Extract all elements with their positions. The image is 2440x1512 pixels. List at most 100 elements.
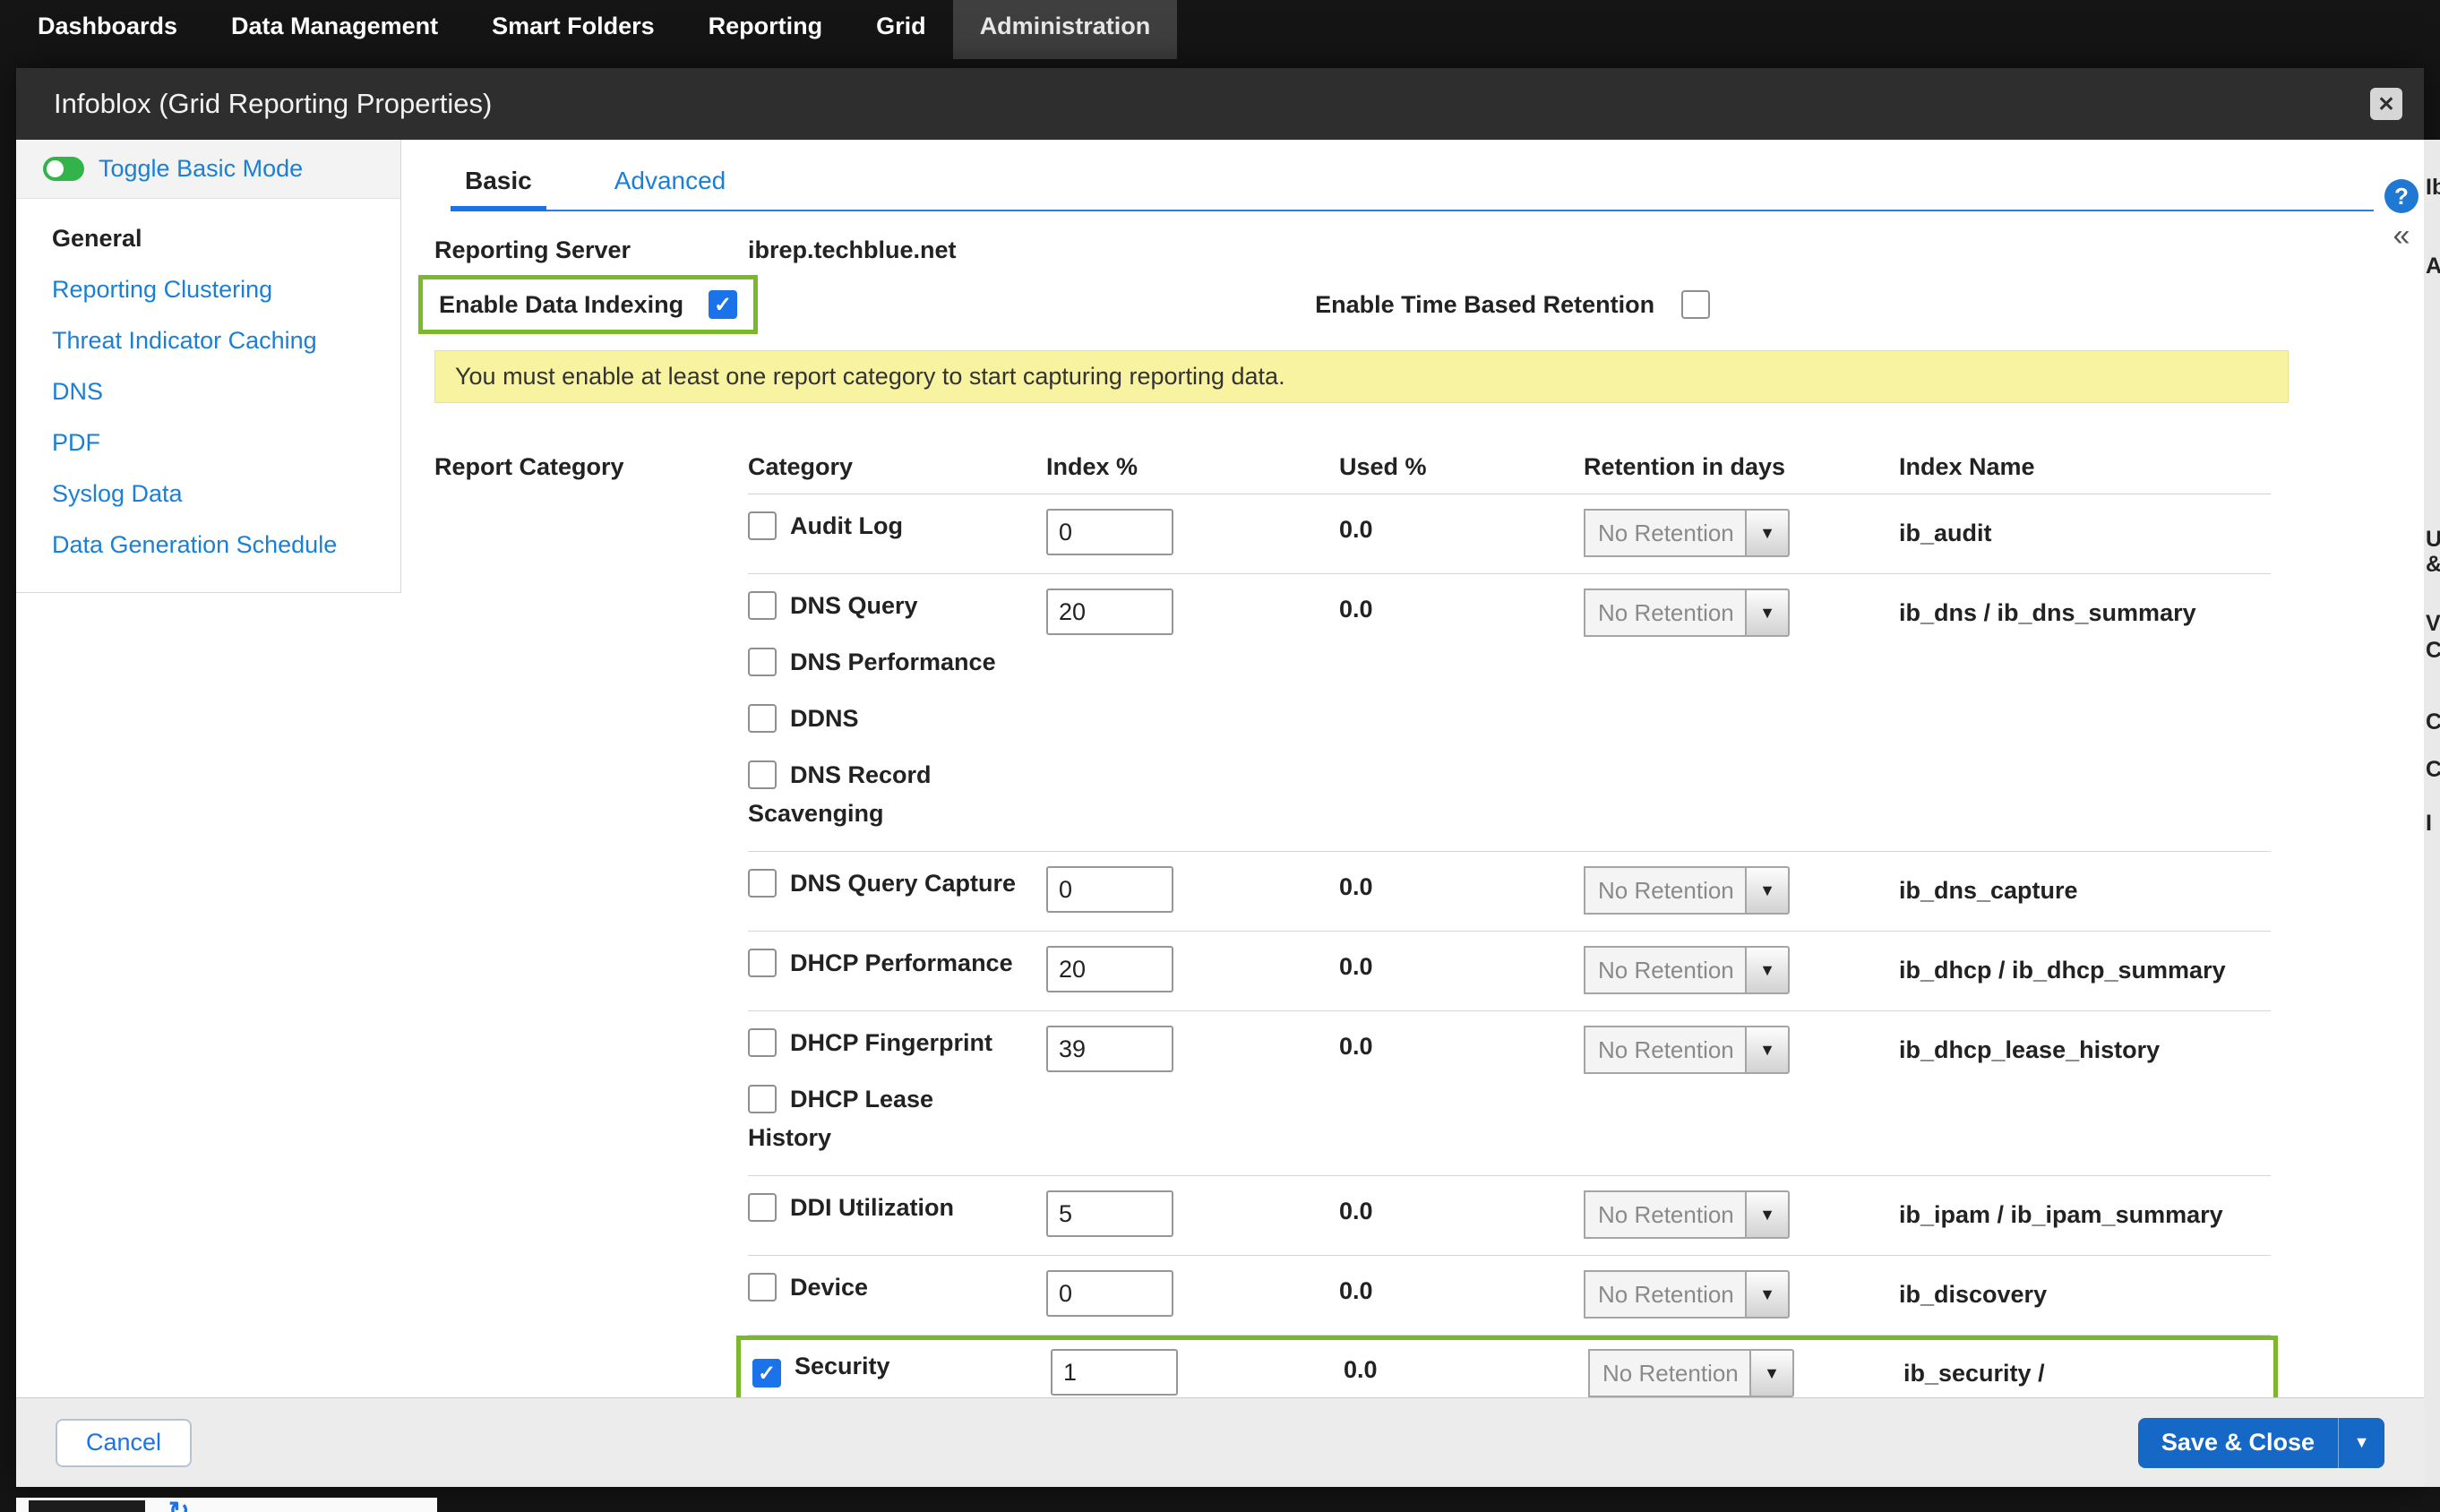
retention-cell: No Retention▼	[1584, 1270, 1899, 1319]
chevron-down-icon[interactable]: ▼	[1747, 588, 1790, 637]
chevron-down-icon[interactable]: ▼	[1747, 1190, 1790, 1239]
report-category-group: Device0.0No Retention▼ib_discovery	[748, 1256, 2271, 1336]
index-percent-cell	[1046, 588, 1339, 635]
index-percent-input[interactable]	[1046, 1270, 1173, 1317]
chevron-down-icon[interactable]: ▼	[2338, 1418, 2384, 1468]
index-percent-input[interactable]	[1046, 866, 1173, 913]
sidebar-item-data-generation-schedule[interactable]: Data Generation Schedule	[16, 520, 400, 571]
collapse-panel-icon[interactable]: «	[2393, 220, 2410, 251]
category-label: Device	[790, 1274, 868, 1301]
sidebar-item-reporting-clustering[interactable]: Reporting Clustering	[16, 264, 400, 315]
sidebar-item-general[interactable]: General	[16, 213, 400, 264]
retention-value: No Retention	[1584, 1270, 1747, 1319]
chevron-down-icon[interactable]: ▼	[1747, 866, 1790, 915]
chevron-down-icon[interactable]: ▼	[1747, 946, 1790, 994]
tab-basic[interactable]: Basic	[451, 167, 546, 210]
chevron-down-icon[interactable]: ▼	[1747, 1270, 1790, 1319]
chevron-down-icon[interactable]: ▼	[1747, 1026, 1790, 1074]
category-row-dns-record-scavenging: DNS Record Scavenging	[748, 758, 1017, 835]
retention-cell: No Retention▼	[1584, 1026, 1899, 1074]
nav-item-administration[interactable]: Administration	[953, 0, 1178, 59]
nav-item-dashboards[interactable]: Dashboards	[11, 0, 204, 59]
time-based-retention-group: Enable Time Based Retention	[1315, 290, 1710, 319]
cancel-button[interactable]: Cancel	[56, 1419, 192, 1467]
sidebar-item-threat-indicator-caching[interactable]: Threat Indicator Caching	[16, 315, 400, 366]
category-checkbox[interactable]	[748, 511, 777, 540]
retention-select[interactable]: No Retention▼	[1588, 1349, 1794, 1397]
enable-time-based-retention-checkbox[interactable]	[1681, 290, 1710, 319]
category-checkbox[interactable]	[748, 1193, 777, 1222]
help-icon[interactable]: ?	[2384, 179, 2419, 213]
toggle-basic-mode[interactable]: Toggle Basic Mode	[16, 140, 400, 199]
sidebar-item-syslog-data[interactable]: Syslog Data	[16, 468, 400, 520]
retention-select[interactable]: No Retention▼	[1584, 1026, 1790, 1074]
dialog-footer: Cancel Save & Close ▼	[16, 1397, 2424, 1487]
category-checkbox[interactable]	[748, 1085, 777, 1113]
index-percent-input[interactable]	[1046, 946, 1173, 992]
sidebar-item-dns[interactable]: DNS	[16, 366, 400, 417]
clipped-background-page: IbAU&VCCCI	[2424, 140, 2440, 1487]
dialog-header: Infoblox (Grid Reporting Properties) ✕	[16, 68, 2424, 140]
dialog-body: Toggle Basic Mode GeneralReporting Clust…	[16, 140, 2424, 1397]
index-percent-cell	[1046, 866, 1339, 913]
category-checkbox[interactable]	[748, 648, 777, 676]
category-checkbox[interactable]	[748, 1028, 777, 1057]
retention-select[interactable]: No Retention▼	[1584, 509, 1790, 557]
index-percent-input[interactable]	[1046, 1190, 1173, 1237]
index-percent-input[interactable]	[1051, 1349, 1178, 1396]
clipped-text-bar	[29, 1500, 145, 1512]
index-percent-cell	[1046, 1270, 1339, 1317]
retention-cell: No Retention▼	[1584, 588, 1899, 637]
nav-item-reporting[interactable]: Reporting	[682, 0, 850, 59]
sidebar: Toggle Basic Mode GeneralReporting Clust…	[16, 140, 401, 593]
category-cell: DNS QueryDNS PerformanceDDNSDNS Record S…	[748, 588, 1046, 835]
nav-item-data-management[interactable]: Data Management	[204, 0, 465, 59]
nav-item-grid[interactable]: Grid	[849, 0, 953, 59]
retention-value: No Retention	[1584, 588, 1747, 637]
index-percent-input[interactable]	[1046, 588, 1173, 635]
retention-select[interactable]: No Retention▼	[1584, 946, 1790, 994]
category-label: DDI Utilization	[790, 1194, 954, 1221]
save-and-close-button[interactable]: Save & Close ▼	[2138, 1418, 2384, 1468]
category-checkbox[interactable]: ✓	[752, 1359, 781, 1387]
clipped-text-fragment: &	[2426, 552, 2440, 578]
column-header-used: Used %	[1339, 453, 1584, 481]
column-header-category: Category	[748, 453, 1046, 481]
sidebar-item-pdf[interactable]: PDF	[16, 417, 400, 468]
report-category-group: DHCP FingerprintDHCP Lease History0.0No …	[748, 1011, 2271, 1176]
retention-value: No Retention	[1584, 1190, 1747, 1239]
category-checkbox[interactable]	[748, 1273, 777, 1302]
retention-select[interactable]: No Retention▼	[1584, 866, 1790, 915]
tab-advanced[interactable]: Advanced	[600, 167, 741, 210]
category-label: DNS Query	[790, 592, 918, 619]
retention-select[interactable]: No Retention▼	[1584, 588, 1790, 637]
retention-select[interactable]: No Retention▼	[1584, 1190, 1790, 1239]
category-checkbox[interactable]	[748, 869, 777, 898]
chevron-down-icon[interactable]: ▼	[1747, 509, 1790, 557]
screen: DashboardsData ManagementSmart FoldersRe…	[0, 0, 2440, 1512]
retention-select[interactable]: No Retention▼	[1584, 1270, 1790, 1319]
index-name-value: ib_dhcp_lease_history	[1899, 1033, 2271, 1067]
used-percent-value: 0.0	[1339, 1198, 1584, 1225]
category-row-audit-log: Audit Log	[748, 509, 1017, 547]
category-checkbox[interactable]	[748, 760, 777, 789]
category-checkbox[interactable]	[748, 704, 777, 733]
category-checkbox[interactable]	[748, 949, 777, 977]
column-header-index-name: Index Name	[1899, 453, 2271, 481]
enable-data-indexing-checkbox[interactable]: ✓	[709, 290, 737, 319]
chevron-down-icon[interactable]: ▼	[1751, 1349, 1794, 1397]
index-percent-input[interactable]	[1046, 509, 1173, 555]
nav-item-smart-folders[interactable]: Smart Folders	[465, 0, 682, 59]
retention-value: No Retention	[1588, 1349, 1751, 1397]
close-button[interactable]: ✕	[2370, 88, 2402, 120]
used-percent-value: 0.0	[1339, 516, 1584, 544]
retention-value: No Retention	[1584, 946, 1747, 994]
table-header-row: CategoryIndex %Used %Retention in daysIn…	[748, 453, 2271, 494]
index-percent-input[interactable]	[1046, 1026, 1173, 1072]
category-checkbox[interactable]	[748, 591, 777, 620]
used-percent-value: 0.0	[1339, 1277, 1584, 1305]
category-row-dns-query-capture: DNS Query Capture	[748, 866, 1017, 905]
category-row-security: ✓Security	[752, 1349, 1021, 1387]
enable-data-indexing-highlight: Enable Data Indexing ✓	[418, 275, 758, 334]
clipped-text-fragment: C	[2426, 709, 2440, 735]
